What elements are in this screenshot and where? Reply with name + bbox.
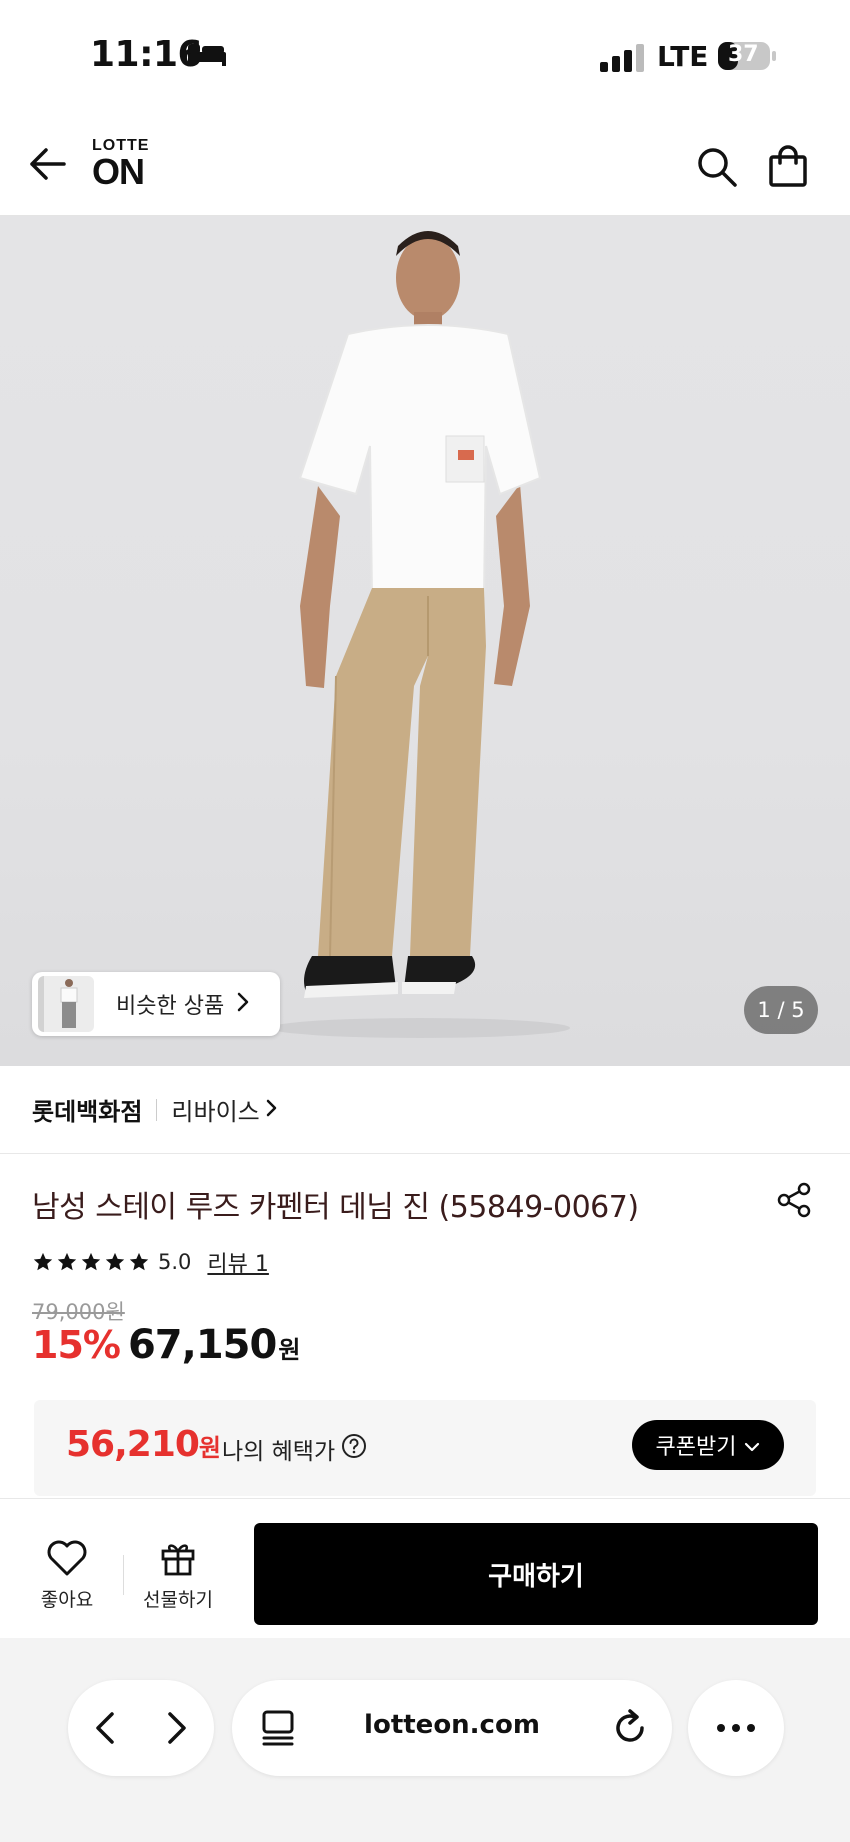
- chevron-right-icon[interactable]: [266, 1098, 278, 1122]
- discount-rate: 15%: [32, 1323, 121, 1367]
- gift-label: 선물하기: [143, 1589, 213, 1611]
- star-icon: [33, 1252, 53, 1271]
- brand-row: 롯데백화점 리바이스: [0, 1066, 850, 1154]
- review-link[interactable]: 리뷰 1: [207, 1246, 268, 1278]
- logo-main-text: ON: [92, 151, 145, 192]
- heart-icon: [46, 1540, 88, 1581]
- sale-price-row: 15% 67,150 원: [32, 1322, 300, 1368]
- gift-button[interactable]: 선물하기: [136, 1539, 220, 1613]
- benefit-price-box: 56,210 원 나의 혜택가 쿠폰받기: [34, 1400, 816, 1496]
- coupon-button-label: 쿠폰받기: [655, 1435, 737, 1460]
- brand-divider: [156, 1098, 158, 1121]
- chevron-down-icon: [744, 1433, 760, 1458]
- lotte-on-logo[interactable]: LOTTE ON: [92, 138, 149, 190]
- similar-products-button[interactable]: 비슷한 상품: [32, 972, 280, 1036]
- action-divider: [123, 1555, 124, 1595]
- browser-back-icon[interactable]: [86, 1706, 126, 1750]
- battery-level: 37: [728, 42, 759, 67]
- back-arrow-icon[interactable]: [26, 144, 70, 184]
- star-rating: [32, 1251, 150, 1273]
- browser-forward-icon[interactable]: [156, 1706, 196, 1750]
- shopping-bag-icon[interactable]: [766, 144, 810, 188]
- store-name[interactable]: 롯데백화점: [32, 1092, 142, 1127]
- browser-toolbar: lotteon.com: [0, 1638, 850, 1842]
- like-label: 좋아요: [40, 1589, 94, 1611]
- similar-product-thumbnail: [38, 976, 94, 1032]
- sale-price: 67,150: [127, 1322, 277, 1368]
- benefit-label-text: 나의 혜택가: [222, 1439, 336, 1465]
- star-icon: [57, 1252, 77, 1271]
- like-button[interactable]: 좋아요: [32, 1539, 102, 1613]
- more-options-button[interactable]: [688, 1680, 784, 1776]
- benefit-amount: 56,210: [66, 1424, 200, 1465]
- similar-products-label: 비슷한 상품: [116, 994, 225, 1019]
- app-header: LOTTE ON: [0, 110, 850, 216]
- browser-nav-group: [68, 1680, 214, 1776]
- benefit-price: 56,210 원: [66, 1424, 221, 1465]
- star-icon: [81, 1252, 101, 1271]
- star-icon: [129, 1252, 149, 1271]
- product-image[interactable]: 비슷한 상품 1 / 5: [0, 216, 850, 1066]
- url-text: lotteon.com: [364, 1710, 540, 1740]
- address-bar[interactable]: lotteon.com: [232, 1680, 672, 1776]
- share-icon[interactable]: [776, 1182, 812, 1218]
- benefit-currency: 원: [198, 1434, 222, 1462]
- signal-icon: [600, 44, 644, 76]
- sleep-focus-icon: [186, 40, 228, 72]
- buy-button[interactable]: 구매하기: [254, 1523, 818, 1625]
- model-illustration: [270, 231, 570, 1038]
- purchase-action-bar: 좋아요 선물하기 구매하기: [0, 1498, 850, 1638]
- chevron-right-icon: [236, 991, 250, 1017]
- rating-row: 5.0 리뷰 1: [32, 1246, 269, 1278]
- help-circle-icon[interactable]: [341, 1433, 367, 1465]
- benefit-label: 나의 혜택가: [222, 1432, 367, 1466]
- more-dots-icon: [712, 1718, 760, 1738]
- product-title: 남성 스테이 루즈 카펜터 데님 진 (55849-0067): [32, 1190, 639, 1225]
- battery-icon: 37: [718, 40, 778, 72]
- reload-icon[interactable]: [610, 1708, 650, 1748]
- search-icon[interactable]: [696, 146, 738, 188]
- image-page-indicator: 1 / 5: [744, 986, 818, 1034]
- star-icon: [105, 1252, 125, 1271]
- gift-icon: [159, 1544, 197, 1581]
- rating-value: 5.0: [158, 1250, 192, 1274]
- status-bar: 11:16 LTE 37: [0, 0, 850, 110]
- network-type: LTE: [657, 40, 709, 73]
- brand-link[interactable]: 리바이스: [171, 1092, 259, 1127]
- sale-price-currency: 원: [278, 1336, 301, 1364]
- coupon-button[interactable]: 쿠폰받기: [632, 1420, 784, 1470]
